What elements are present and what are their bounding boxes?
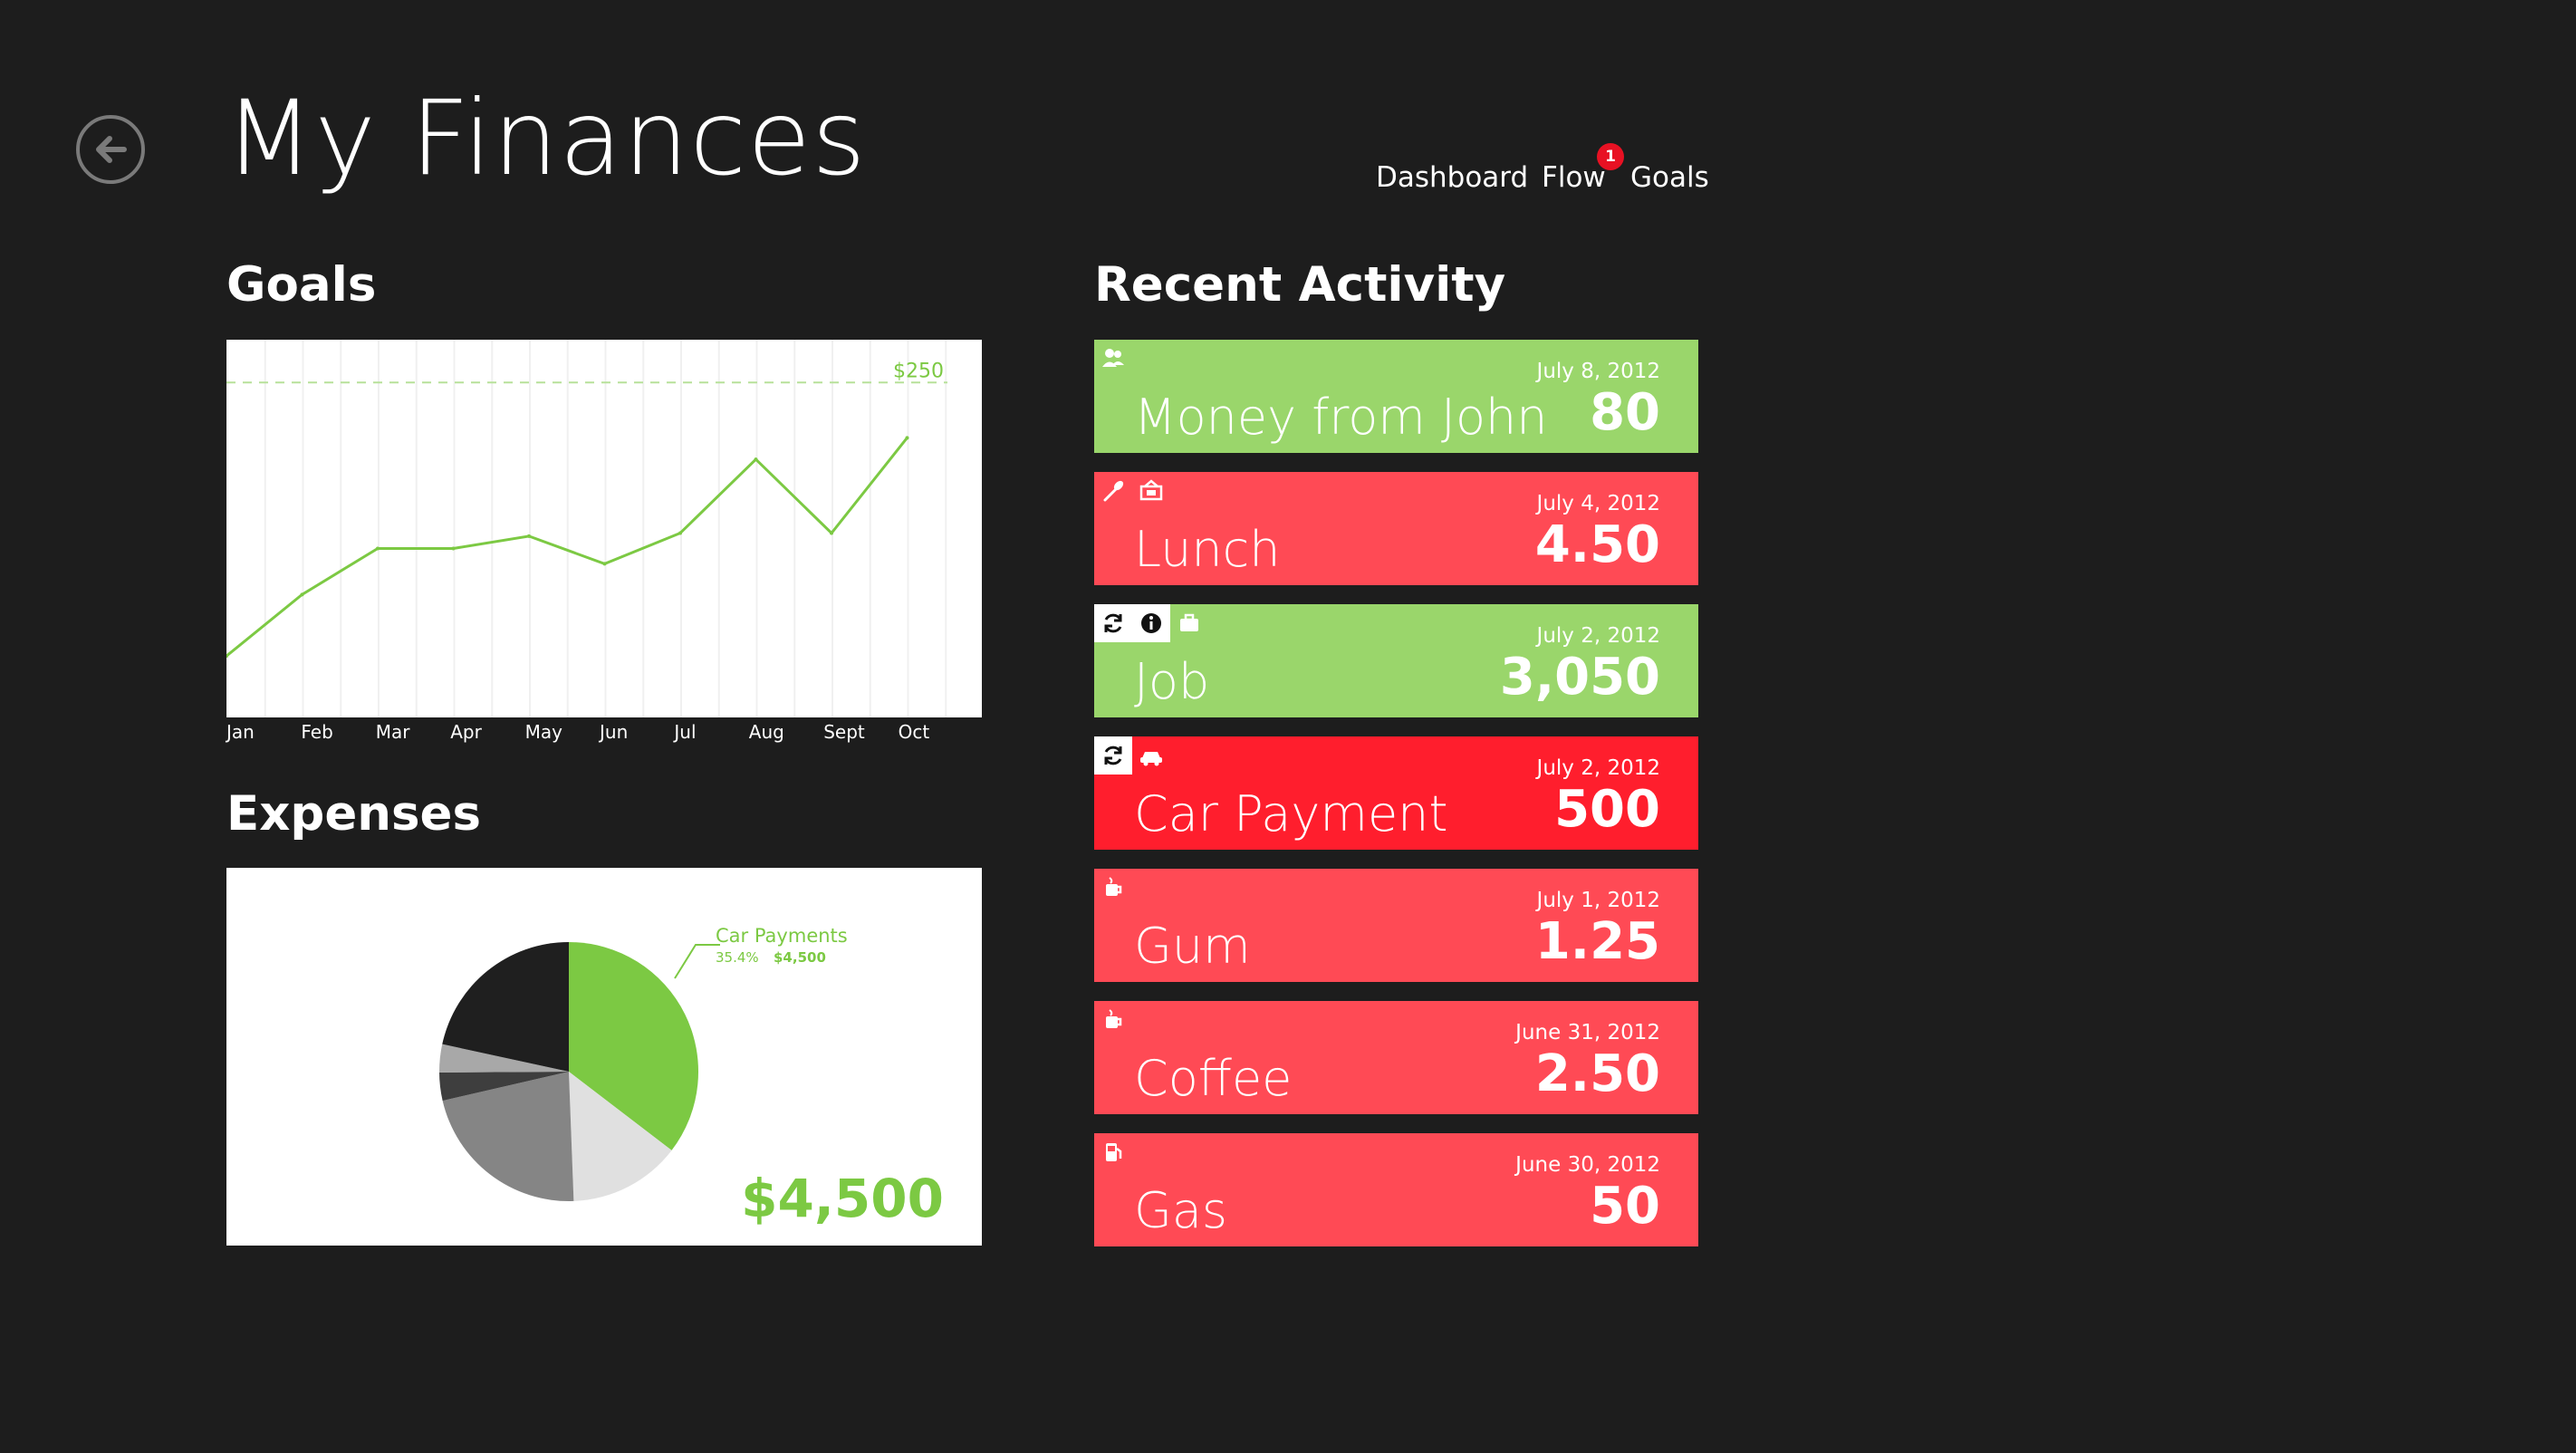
activity-date: July 1, 2012 bbox=[1536, 889, 1660, 912]
x-tick-label: Sept bbox=[823, 721, 865, 743]
refresh-icon bbox=[1094, 604, 1132, 642]
goals-line-chart: $250 bbox=[225, 340, 985, 717]
arrow-left-icon bbox=[96, 136, 127, 163]
x-tick-label: Jul bbox=[674, 721, 697, 743]
x-tick-label: Apr bbox=[450, 721, 482, 743]
target-label: $250 bbox=[893, 360, 944, 382]
data-point bbox=[678, 531, 682, 535]
cup-icon bbox=[1094, 1001, 1132, 1039]
x-tick-label: Feb bbox=[301, 721, 333, 743]
back-button[interactable] bbox=[76, 115, 145, 184]
receipt-icon bbox=[1132, 472, 1170, 510]
data-point bbox=[376, 546, 380, 551]
briefcase-icon bbox=[1170, 604, 1208, 642]
data-point bbox=[602, 562, 607, 566]
x-tick-label: Jan bbox=[226, 721, 255, 743]
notification-badge: 1 bbox=[1597, 143, 1624, 170]
nav-goals[interactable]: Goals bbox=[1630, 161, 1709, 194]
expenses-pie-chart: Car Payments 35.4% $4,500 $4,500 bbox=[226, 868, 982, 1246]
activity-item-money-from-john[interactable]: July 8, 2012 Money from John 80 bbox=[1094, 340, 1698, 453]
callout-percent: 35.4% bbox=[716, 949, 759, 966]
nav-flow[interactable]: Flow bbox=[1542, 161, 1606, 194]
page-title: My Finances bbox=[225, 78, 867, 198]
activity-amount: 80 bbox=[1590, 383, 1660, 442]
utensils-icon bbox=[1094, 472, 1132, 510]
activity-date: July 2, 2012 bbox=[1536, 756, 1660, 780]
activity-item-coffee[interactable]: June 31, 2012 Coffee 2.50 bbox=[1094, 1001, 1698, 1114]
activity-label: Lunch bbox=[1134, 521, 1281, 578]
x-tick-label: Mar bbox=[375, 721, 410, 743]
x-tick-label: May bbox=[524, 721, 562, 743]
data-point bbox=[451, 546, 456, 551]
x-tick-label: Oct bbox=[898, 721, 930, 743]
data-point bbox=[754, 457, 758, 462]
activity-label: Money from John bbox=[1134, 389, 1548, 446]
data-point bbox=[905, 436, 909, 440]
activity-amount: 500 bbox=[1554, 780, 1660, 839]
activity-amount: 2.50 bbox=[1534, 1044, 1660, 1103]
cup-icon bbox=[1094, 869, 1132, 907]
activity-date: July 8, 2012 bbox=[1536, 360, 1660, 383]
data-point bbox=[830, 531, 833, 535]
activity-item-lunch[interactable]: July 4, 2012 Lunch 4.50 bbox=[1094, 472, 1698, 585]
activity-amount: 50 bbox=[1590, 1177, 1660, 1236]
fuel-icon bbox=[1094, 1133, 1132, 1171]
data-point bbox=[527, 534, 531, 538]
data-point bbox=[300, 592, 304, 597]
activity-item-gum[interactable]: July 1, 2012 Gum 1.25 bbox=[1094, 869, 1698, 982]
recent-activity-heading: Recent Activity bbox=[1094, 257, 1506, 313]
activity-amount: 1.25 bbox=[1534, 912, 1660, 971]
activity-date: June 30, 2012 bbox=[1515, 1153, 1660, 1177]
activity-label: Car Payment bbox=[1134, 785, 1448, 842]
callout-amount: $4,500 bbox=[774, 949, 826, 966]
expenses-heading: Expenses bbox=[226, 786, 482, 842]
goals-x-axis: Jan Feb Mar Apr May Jun Jul Aug Sept Oct bbox=[226, 719, 982, 755]
activity-date: July 4, 2012 bbox=[1536, 492, 1660, 515]
activity-label: Coffee bbox=[1134, 1050, 1293, 1107]
activity-date: June 31, 2012 bbox=[1515, 1021, 1660, 1044]
callout-line bbox=[674, 944, 720, 979]
activity-amount: 3,050 bbox=[1499, 648, 1660, 707]
activity-label: Job bbox=[1134, 653, 1210, 710]
activity-amount: 4.50 bbox=[1534, 515, 1660, 574]
car-icon bbox=[1132, 736, 1170, 775]
people-icon bbox=[1094, 340, 1132, 378]
x-tick-label: Aug bbox=[748, 721, 784, 743]
activity-date: July 2, 2012 bbox=[1536, 624, 1660, 648]
activity-item-job[interactable]: July 2, 2012 Job 3,050 bbox=[1094, 604, 1698, 717]
refresh-icon bbox=[1094, 736, 1132, 775]
nav-dashboard[interactable]: Dashboard bbox=[1376, 161, 1528, 194]
info-icon bbox=[1132, 604, 1170, 642]
activity-label: Gas bbox=[1134, 1182, 1228, 1239]
activity-item-gas[interactable]: June 30, 2012 Gas 50 bbox=[1094, 1133, 1698, 1246]
goals-heading: Goals bbox=[226, 257, 377, 313]
expense-total: $4,500 bbox=[741, 1168, 944, 1229]
x-tick-label: Jun bbox=[600, 721, 629, 743]
activity-label: Gum bbox=[1134, 918, 1251, 975]
activity-item-car-payment[interactable]: July 2, 2012 Car Payment 500 bbox=[1094, 736, 1698, 850]
callout-label: Car Payments bbox=[716, 925, 848, 947]
